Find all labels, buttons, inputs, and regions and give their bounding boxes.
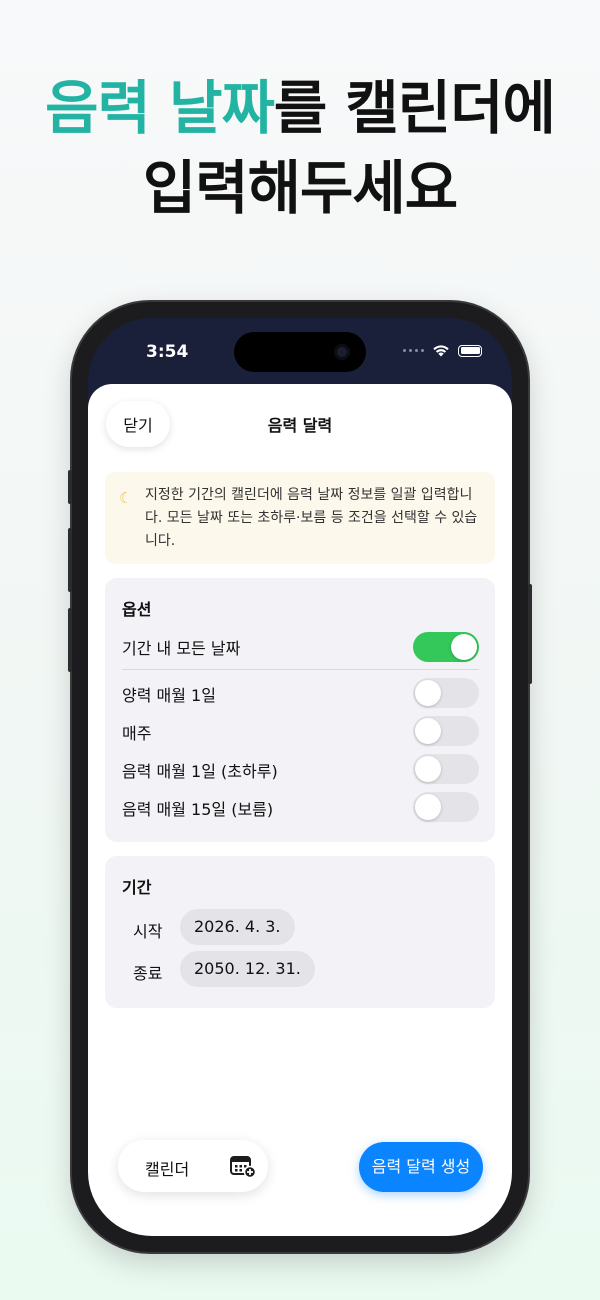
signal-icon [403,349,424,352]
status-bar: 3:54 [88,318,512,388]
option-label-all-dates: 기간 내 모든 날짜 [122,639,241,658]
status-icons [403,344,482,357]
options-divider [122,669,479,670]
period-card: 기간 시작 2026. 4. 3. 종료 2050. 12. 31. [105,856,495,1008]
dynamic-island [234,332,366,372]
info-notice: ☾ 지정한 기간의 캘린더에 음력 날짜 정보를 일괄 입력합니다. 모든 날짜… [105,472,495,564]
options-card: 옵션 기간 내 모든 날짜 양력 매월 1일 매주 음력 매월 1일 (초하루)… [105,578,495,842]
volume-up-button [68,528,72,592]
start-date-label: 시작 [133,922,163,941]
sheet-title: 음력 달력 [267,416,333,435]
moon-icon: ☾ [119,489,133,507]
option-label-weekly: 매주 [122,724,152,743]
phone-screen: 3:54 닫기 음력 달력 ☾ 지정한 기간의 캘린더에 음력 날짜 정보를 일… [88,318,512,1236]
headline-line-1: 음력 날짜를 캘린더에 [0,68,600,148]
toggle-lunar-monthly-15[interactable] [413,792,479,822]
option-label-lunar-monthly-1: 음력 매월 1일 (초하루) [122,762,278,781]
calendar-select-button[interactable]: 캘린더 [118,1140,268,1192]
toggle-weekly[interactable] [413,716,479,746]
toggle-all-dates[interactable] [413,632,479,662]
lunar-calendar-sheet: 닫기 음력 달력 ☾ 지정한 기간의 캘린더에 음력 날짜 정보를 일괄 입력합… [88,384,512,1236]
headline-accent: 음력 날짜 [45,74,275,142]
battery-icon [458,344,482,357]
headline: 음력 날짜를 캘린더에 입력해두세요 [0,68,600,228]
headline-rest: 를 캘린더에 [273,74,556,142]
toggle-solar-monthly-1[interactable] [413,678,479,708]
power-button [528,584,532,684]
start-date-picker[interactable]: 2026. 4. 3. [180,909,295,945]
status-time: 3:54 [146,342,189,362]
volume-down-button [68,608,72,672]
calendar-add-icon [230,1156,256,1178]
phone-frame: 3:54 닫기 음력 달력 ☾ 지정한 기간의 캘린더에 음력 날짜 정보를 일… [68,302,532,1252]
headline-line-2: 입력해두세요 [142,154,458,222]
calendar-button-label: 캘린더 [145,1160,190,1179]
end-date-picker[interactable]: 2050. 12. 31. [180,951,315,987]
period-title: 기간 [122,878,152,897]
options-title: 옵션 [122,600,152,619]
camera-icon [334,344,350,360]
wifi-icon [433,345,449,357]
end-date-label: 종료 [133,964,163,983]
create-lunar-calendar-button[interactable]: 음력 달력 생성 [359,1142,483,1192]
action-button [68,470,72,504]
toggle-lunar-monthly-1[interactable] [413,754,479,784]
option-label-lunar-monthly-15: 음력 매월 15일 (보름) [122,800,274,819]
option-label-solar-monthly-1: 양력 매월 1일 [122,686,216,705]
notice-text: 지정한 기간의 캘린더에 음력 날짜 정보를 일괄 입력합니다. 모든 날짜 또… [145,487,478,549]
